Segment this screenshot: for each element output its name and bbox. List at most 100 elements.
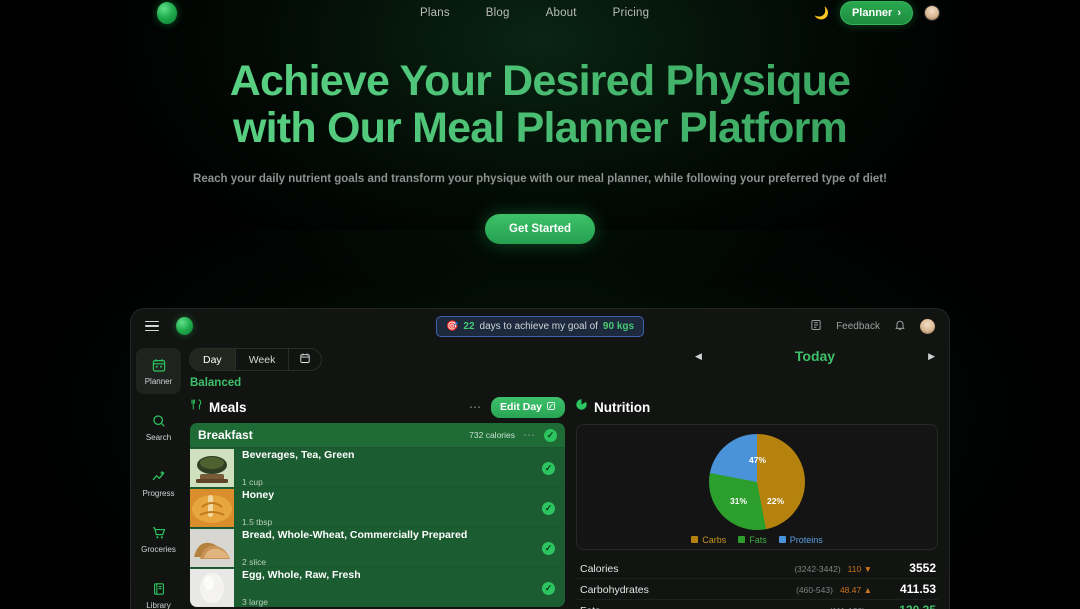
chevron-right-icon[interactable]: ▶ (928, 351, 935, 362)
nav-link-about[interactable]: About (546, 7, 577, 19)
sidebar-item-search[interactable]: Search (136, 404, 181, 450)
user-avatar-icon[interactable] (924, 5, 940, 21)
leaf-logo-icon[interactable] (157, 2, 177, 24)
meal-card-breakfast: Breakfast 732 calories ⋯ ✓ Beverages, Te… (190, 423, 565, 607)
nutrition-chart-card: 47% 31% 22% Carbs Fats Proteins Calories… (575, 423, 939, 609)
nav-link-blog[interactable]: Blog (486, 7, 510, 19)
sidebar-item-progress[interactable]: Progress (136, 460, 181, 506)
nutrient-value: 3552 (909, 561, 936, 575)
nutrient-range: (3242-3442) (794, 564, 841, 574)
edit-day-label: Edit Day (499, 401, 542, 413)
list-item-text: Bread, Whole-Wheat, Commercially Prepare… (242, 529, 557, 567)
sidebar-item-planner[interactable]: Planner (136, 348, 181, 394)
hero-section: Achieve Your Desired Physique with Our M… (0, 58, 1080, 244)
search-icon (151, 413, 167, 429)
meals-panel-actions: ⋯ Edit Day (469, 396, 565, 418)
table-row: Fats (111-130) 120.35 (576, 600, 938, 609)
document-icon[interactable] (810, 319, 822, 333)
meal-card-header[interactable]: Breakfast 732 calories ⋯ ✓ (190, 423, 565, 447)
pie-chart-graphic: 47% 31% 22% (709, 433, 805, 530)
app-content: Day Week ◀ Today ▶ Balanced Meals ⋯ Edit… (186, 343, 949, 609)
legend-swatch-proteins (778, 536, 786, 543)
list-item[interactable]: Bread, Whole-Wheat, Commercially Prepare… (190, 527, 565, 567)
tab-week[interactable]: Week (236, 349, 290, 370)
check-circle-icon[interactable]: ✓ (544, 428, 557, 442)
nutrient-delta: 110 ▼ (847, 564, 872, 574)
list-item-text: Egg, Whole, Raw, Fresh 3 large (242, 569, 557, 607)
diet-type-label: Balanced (190, 377, 242, 389)
egg-thumb (190, 568, 234, 607)
bell-icon[interactable] (894, 319, 906, 333)
hero-subtitle: Reach your daily nutrient goals and tran… (193, 173, 887, 185)
list-item[interactable]: Egg, Whole, Raw, Fresh 3 large ✓ (190, 567, 565, 607)
sidebar-item-label: Progress (142, 489, 175, 498)
goal-banner[interactable]: 🎯 22 days to achieve my goal of 90 kgs (435, 315, 645, 337)
check-circle-icon[interactable]: ✓ (542, 582, 555, 595)
app-window-preview: 🎯 22 days to achieve my goal of 90 kgs F… (130, 308, 950, 609)
legend-item-proteins: Proteins (778, 534, 823, 545)
planner-button[interactable]: Planner › (839, 1, 913, 25)
app-topbar-actions: Feedback (810, 318, 935, 334)
sidebar-item-library[interactable]: Library (136, 572, 181, 609)
legend-label-proteins: Proteins (789, 534, 823, 545)
nutrient-label: Fats (580, 605, 829, 609)
legend-item-carbs: Carbs (691, 535, 726, 545)
list-item-text: Beverages, Tea, Green 1 cup (242, 449, 557, 487)
calendar-icon (299, 352, 311, 367)
sidebar-item-groceries[interactable]: Groceries (136, 516, 181, 562)
nutrient-range: (460-543) (796, 585, 833, 595)
calendar-icon (151, 357, 167, 373)
current-date-label: Today (794, 348, 836, 364)
nutrient-value: 120.35 (884, 603, 936, 609)
feedback-link[interactable]: Feedback (836, 321, 880, 332)
nav-right-actions: 🌙 Planner › (814, 0, 940, 26)
goal-weight: 90 kgs (602, 320, 635, 332)
honey-thumb (190, 488, 234, 527)
calendar-picker-button[interactable] (289, 349, 321, 370)
chevron-left-icon[interactable]: ◀ (695, 351, 702, 362)
tab-day[interactable]: Day (190, 349, 236, 370)
date-navigator: ◀ Today ▶ (695, 348, 935, 364)
pie-chart-icon (575, 398, 588, 416)
nutrient-delta: 48.47 ▲ (839, 585, 872, 595)
cutlery-icon (190, 398, 203, 416)
edit-day-button[interactable]: Edit Day (490, 396, 565, 418)
check-circle-icon[interactable]: ✓ (542, 462, 555, 475)
meals-panel: Meals ⋯ Edit Day Breakfast 732 calories … (190, 395, 565, 609)
pie-slice-label-fats: 31% (730, 495, 748, 506)
list-item[interactable]: Beverages, Tea, Green 1 cup ✓ (190, 447, 565, 487)
app-sidebar: Planner Search Progress Groceries Librar… (131, 343, 186, 609)
more-dots-icon[interactable]: ⋯ (523, 428, 536, 442)
target-emoji-icon: 🎯 (445, 320, 459, 332)
nutrition-panel-header: Nutrition (575, 395, 939, 419)
panes-row: Meals ⋯ Edit Day Breakfast 732 calories … (186, 389, 939, 609)
check-circle-icon[interactable]: ✓ (542, 542, 555, 555)
app-leaf-logo-icon[interactable] (176, 317, 193, 335)
food-name: Bread, Whole-Wheat, Commercially Prepare… (242, 528, 468, 541)
list-item[interactable]: Honey 1.5 tbsp ✓ (190, 487, 565, 527)
goal-banner-text: days to achieve my goal of (479, 320, 598, 332)
chevron-right-icon: › (897, 7, 901, 19)
more-dots-icon[interactable]: ⋯ (469, 400, 482, 414)
meals-panel-title: Meals (209, 399, 247, 415)
edit-pencil-icon (546, 401, 556, 414)
legend-label-carbs: Carbs (702, 534, 727, 545)
moon-icon[interactable]: 🌙 (814, 7, 829, 19)
meal-header-right: 732 calories ⋯ ✓ (469, 428, 557, 442)
hamburger-menu-icon[interactable] (145, 320, 159, 332)
sidebar-item-label: Library (146, 601, 171, 609)
meal-calories: 732 calories (469, 430, 515, 440)
shopping-cart-icon (151, 525, 167, 541)
nav-link-pricing[interactable]: Pricing (613, 7, 650, 19)
app-user-avatar-icon[interactable] (920, 318, 935, 334)
get-started-button[interactable]: Get Started (485, 214, 595, 244)
food-quantity: 3 large (242, 596, 268, 607)
view-toggle-group: Day Week (189, 348, 323, 371)
table-row: Calories (3242-3442) 110 ▼ 3552 (576, 558, 938, 579)
sidebar-item-label: Groceries (141, 545, 176, 554)
view-controls-row: Day Week ◀ Today ▶ (186, 343, 939, 371)
nutrient-value: 411.53 (899, 582, 936, 596)
check-circle-icon[interactable]: ✓ (542, 502, 555, 515)
nav-link-plans[interactable]: Plans (420, 7, 450, 19)
hero-headline-line2: with Our Meal Planner Platform (233, 104, 847, 152)
